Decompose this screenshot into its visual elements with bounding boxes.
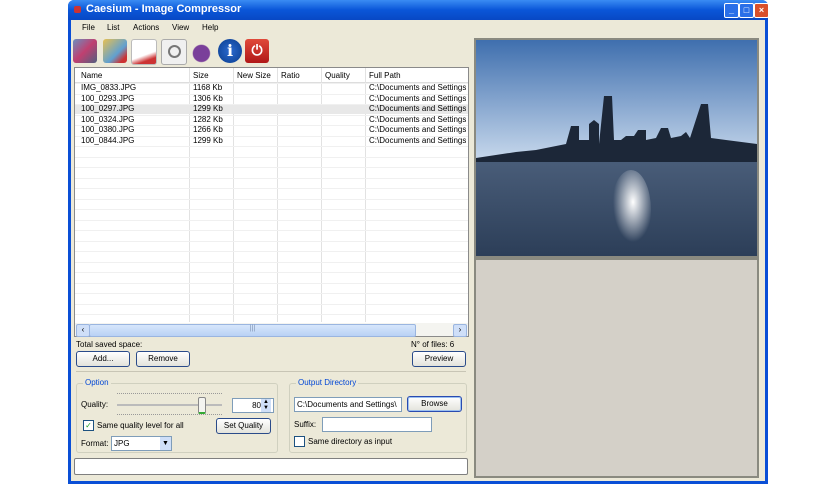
- toolbar: i ⏻: [73, 37, 273, 67]
- format-label: Format:: [81, 439, 109, 448]
- scroll-left-button[interactable]: ‹: [76, 324, 90, 337]
- browse-button[interactable]: Browse: [407, 396, 462, 412]
- table-cell: 1299 Kb: [193, 104, 223, 113]
- menu-list[interactable]: List: [107, 23, 119, 32]
- menu-help[interactable]: Help: [202, 23, 218, 32]
- maximize-button[interactable]: □: [739, 3, 754, 18]
- set-quality-button[interactable]: Set Quality: [216, 418, 271, 434]
- title-bar: Caesium - Image Compressor _ □ ×: [68, 0, 769, 20]
- suffix-input[interactable]: [322, 417, 432, 432]
- column-name[interactable]: Name: [81, 71, 102, 80]
- table-cell: 1306 Kb: [193, 93, 223, 103]
- option-group: Option Quality: 80 ▲ ▼ ✓ Same quality lev…: [76, 378, 278, 453]
- output-legend: Output Directory: [296, 378, 359, 387]
- table-row[interactable]: 100_0297.JPG 1299 Kb C:\Documents and Sett…: [75, 104, 468, 114]
- table-cell: 1168 Kb: [193, 83, 223, 92]
- menu-file[interactable]: File: [82, 23, 95, 32]
- column-ratio[interactable]: Ratio: [281, 71, 300, 80]
- image-preview: [474, 38, 759, 258]
- menu-actions[interactable]: Actions: [133, 23, 159, 32]
- table-cell: IMG_0833.JPG: [81, 83, 137, 92]
- format-select[interactable]: JPG ▼: [111, 436, 172, 451]
- format-value: JPG: [114, 439, 130, 448]
- table-cell: C:\Documents and Settings: [369, 125, 467, 134]
- quality-slider[interactable]: [117, 404, 222, 406]
- table-cell: 1282 Kb: [193, 114, 223, 124]
- scrollbar-thumb[interactable]: |||: [89, 324, 416, 337]
- table-cell: 1266 Kb: [193, 125, 223, 134]
- minimize-button[interactable]: _: [724, 3, 739, 18]
- table-cell: C:\Documents and Settings: [369, 83, 467, 92]
- window-title: Caesium - Image Compressor: [86, 3, 242, 15]
- same-directory-label: Same directory as input: [308, 437, 393, 446]
- column-new-size[interactable]: New Size: [237, 71, 271, 80]
- table-row[interactable]: 100_0293.JPG 1306 Kb C:\Documents and Sett…: [75, 94, 468, 104]
- suffix-label: Suffix:: [294, 420, 317, 429]
- close-button[interactable]: ×: [754, 3, 769, 18]
- slider-thumb[interactable]: [198, 397, 206, 414]
- table-row[interactable]: 100_0324.JPG 1282 Kb C:\Documents and Sett…: [75, 115, 468, 125]
- preview-icon[interactable]: [161, 39, 187, 65]
- table-cell: C:\Documents and Settings: [369, 104, 467, 113]
- same-quality-label: Same quality level for all: [97, 421, 184, 430]
- column-size[interactable]: Size: [193, 71, 209, 80]
- quality-label: Quality:: [81, 400, 109, 409]
- option-legend: Option: [83, 378, 111, 387]
- chevron-down-icon[interactable]: ▼: [160, 437, 171, 450]
- table-cell: 100_0293.JPG: [81, 93, 135, 103]
- file-count: N° of files: 6: [411, 340, 455, 349]
- column-full-path[interactable]: Full Path: [369, 71, 401, 80]
- table-row[interactable]: IMG_0833.JPG 1168 Kb C:\Documents and Sett…: [75, 83, 468, 93]
- table-row[interactable]: 100_0380.JPG 1266 Kb C:\Documents and Sett…: [75, 125, 468, 135]
- compress-icon[interactable]: [187, 39, 211, 63]
- exit-icon[interactable]: ⏻: [245, 39, 269, 63]
- preview-button[interactable]: Preview: [412, 351, 466, 367]
- add-button[interactable]: Add...: [76, 351, 130, 367]
- table-cell: 100_0844.JPG: [81, 135, 135, 145]
- table-cell: 100_0324.JPG: [81, 114, 135, 124]
- saved-space-label: Total saved space:: [76, 340, 143, 349]
- app-window: Caesium - Image Compressor _ □ × File Li…: [68, 0, 769, 484]
- table-cell: C:\Documents and Settings: [369, 114, 467, 124]
- clear-list-icon[interactable]: [131, 39, 157, 65]
- remove-image-icon[interactable]: [103, 39, 127, 63]
- table-cell: 100_0297.JPG: [81, 104, 135, 113]
- menu-bar: File List Actions View Help: [71, 20, 765, 34]
- remove-button[interactable]: Remove: [136, 351, 190, 367]
- scroll-right-button[interactable]: ›: [453, 324, 467, 337]
- list-header: Name Size New Size Ratio Quality Full Pa…: [75, 68, 468, 83]
- table-cell: 1299 Kb: [193, 135, 223, 145]
- preview-photo: [476, 40, 757, 256]
- info-icon[interactable]: i: [218, 39, 242, 63]
- horizontal-scrollbar[interactable]: ‹ ||| ›: [75, 323, 468, 337]
- table-row[interactable]: 100_0844.JPG 1299 Kb C:\Documents and Sett…: [75, 136, 468, 146]
- quality-spinner[interactable]: ▲ ▼: [261, 399, 271, 412]
- client-area: File List Actions View Help i ⏻ Name Siz…: [71, 20, 765, 481]
- same-quality-checkbox[interactable]: ✓: [83, 420, 94, 431]
- directory-input[interactable]: C:\Documents and Settings\: [294, 397, 402, 412]
- table-cell: C:\Documents and Settings: [369, 93, 467, 103]
- file-list[interactable]: Name Size New Size Ratio Quality Full Pa…: [74, 67, 469, 337]
- table-cell: 100_0380.JPG: [81, 125, 135, 134]
- menu-view[interactable]: View: [172, 23, 189, 32]
- same-directory-checkbox[interactable]: [294, 436, 305, 447]
- status-bar: [74, 458, 468, 475]
- add-images-icon[interactable]: [73, 39, 97, 63]
- column-quality[interactable]: Quality: [325, 71, 350, 80]
- table-cell: C:\Documents and Settings: [369, 135, 467, 145]
- app-icon: [74, 6, 81, 13]
- output-directory-group: Output Directory C:\Documents and Settin…: [289, 378, 467, 453]
- secondary-preview-panel: [474, 258, 759, 478]
